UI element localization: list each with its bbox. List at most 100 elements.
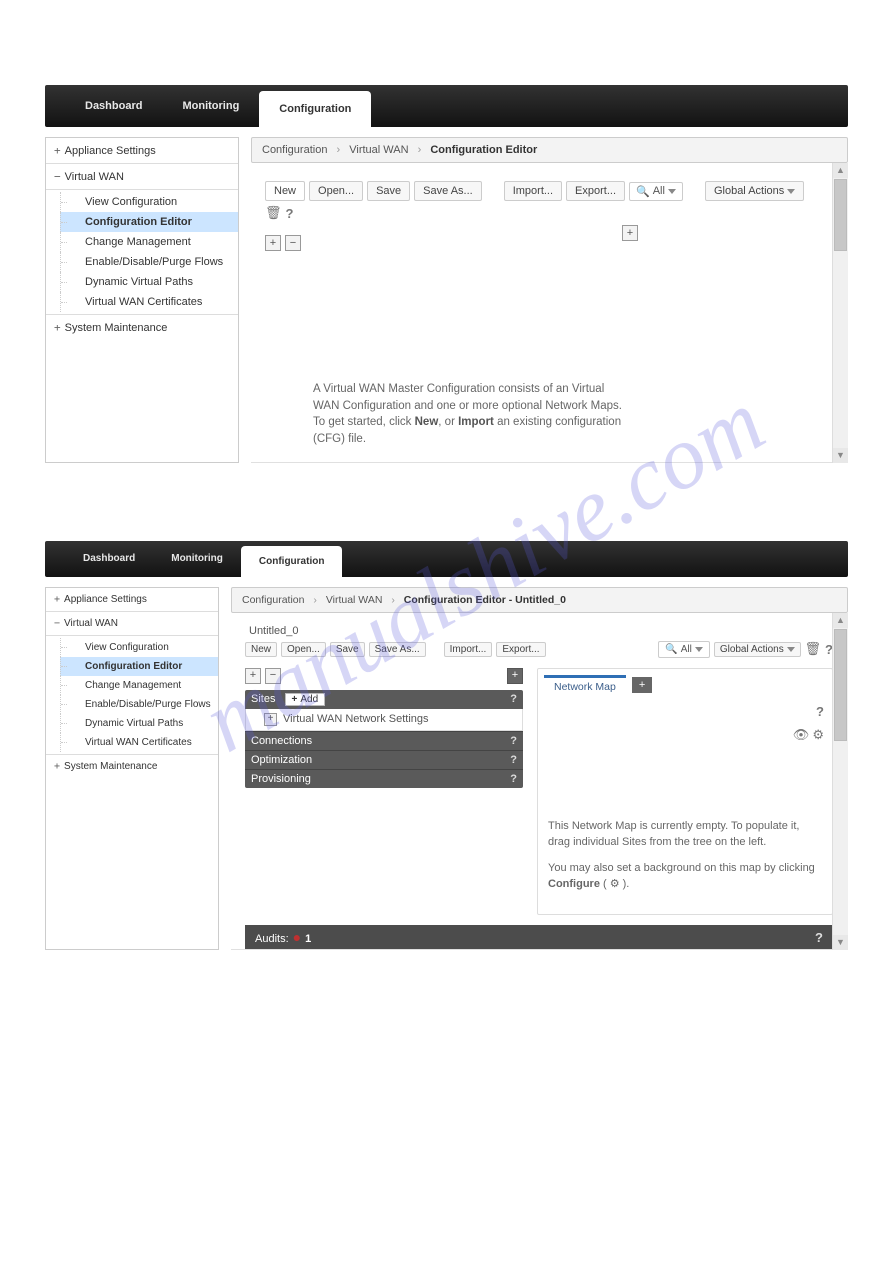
sidebar: +Appliance Settings −Virtual WAN View Co… — [45, 137, 239, 463]
breadcrumb-current: Configuration Editor - Untitled_0 — [404, 594, 566, 606]
sidebar-item-flows[interactable]: Enable/Disable/Purge Flows — [60, 252, 238, 272]
expand-icon[interactable]: + — [622, 225, 638, 241]
sidebar-item-change-management[interactable]: Change Management — [60, 232, 238, 252]
sidebar-appliance-settings[interactable]: +Appliance Settings — [46, 588, 218, 612]
search-filter[interactable]: 🔍 All — [658, 641, 710, 658]
sidebar-item-view-configuration[interactable]: View Configuration — [60, 192, 238, 212]
chevron-down-icon — [668, 189, 676, 194]
chevron-icon: › — [337, 144, 341, 156]
help-icon[interactable]: ? — [510, 773, 517, 785]
breadcrumb-link[interactable]: Configuration — [262, 144, 327, 156]
sidebar-item-dynamic-paths[interactable]: Dynamic Virtual Paths — [60, 272, 238, 292]
tab-configuration[interactable]: Configuration — [241, 546, 343, 577]
global-actions-dropdown[interactable]: Global Actions — [714, 642, 801, 657]
breadcrumb-link[interactable]: Virtual WAN — [349, 144, 408, 156]
import-button[interactable]: Import... — [444, 642, 493, 657]
tab-dashboard[interactable]: Dashboard — [65, 85, 162, 127]
network-map-empty-text: This Network Map is currently empty. To … — [538, 749, 832, 915]
sidebar-item-certificates[interactable]: Virtual WAN Certificates — [60, 733, 218, 752]
sidebar-system-maintenance[interactable]: +System Maintenance — [46, 755, 218, 778]
warning-icon: ● — [293, 929, 301, 945]
eye-icon[interactable]: 👁 — [793, 727, 810, 742]
scrollbar[interactable]: ▲ ▼ — [832, 613, 848, 951]
export-button[interactable]: Export... — [566, 181, 625, 201]
sidebar-item-change-management[interactable]: Change Management — [60, 676, 218, 695]
expand-all-icon[interactable]: + — [265, 235, 281, 251]
network-map-panel: Network Map + ? 👁 ⚙ This Network Map is … — [537, 668, 833, 916]
trash-icon[interactable]: 🗑 — [805, 641, 822, 657]
sidebar: +Appliance Settings −Virtual WAN View Co… — [45, 587, 219, 951]
sidebar-virtual-wan[interactable]: −Virtual WAN — [46, 164, 238, 190]
breadcrumb-link[interactable]: Configuration — [242, 594, 304, 606]
import-button[interactable]: Import... — [504, 181, 562, 201]
save-as-button[interactable]: Save As... — [369, 642, 426, 657]
gear-icon[interactable]: ⚙ — [812, 727, 824, 742]
chevron-icon: › — [418, 144, 422, 156]
expand-icon[interactable]: + — [264, 713, 277, 726]
help-icon[interactable]: ? — [286, 206, 294, 221]
sidebar-appliance-settings[interactable]: +Appliance Settings — [46, 138, 238, 164]
export-button[interactable]: Export... — [496, 642, 545, 657]
help-icon[interactable]: ? — [815, 930, 823, 945]
sidebar-item-flows[interactable]: Enable/Disable/Purge Flows — [60, 695, 218, 714]
global-actions-dropdown[interactable]: Global Actions — [705, 181, 804, 201]
chevron-icon: › — [391, 594, 395, 606]
add-tab-button[interactable]: + — [632, 677, 652, 693]
expand-icon[interactable]: + — [507, 668, 523, 684]
chevron-down-icon — [787, 189, 795, 194]
search-filter[interactable]: 🔍 All — [629, 182, 683, 201]
sidebar-item-dynamic-paths[interactable]: Dynamic Virtual Paths — [60, 714, 218, 733]
breadcrumb: Configuration › Virtual WAN › Configurat… — [251, 137, 848, 163]
tree-section-connections[interactable]: Connections? — [245, 731, 523, 750]
tab-dashboard[interactable]: Dashboard — [65, 541, 153, 577]
scroll-up-icon[interactable]: ▲ — [833, 613, 848, 628]
config-toolbar: New Open... Save Save As... Import... Ex… — [265, 181, 833, 221]
top-nav: Dashboard Monitoring Configuration — [45, 541, 848, 577]
scroll-down-icon[interactable]: ▼ — [833, 448, 848, 463]
tree-section-sites[interactable]: Sites + Add ? — [245, 690, 523, 709]
save-as-button[interactable]: Save As... — [414, 181, 482, 201]
new-button[interactable]: New — [265, 181, 305, 201]
chevron-icon: › — [313, 594, 317, 606]
sidebar-item-certificates[interactable]: Virtual WAN Certificates — [60, 292, 238, 312]
breadcrumb-current: Configuration Editor — [430, 144, 537, 156]
sidebar-item-configuration-editor[interactable]: Configuration Editor — [60, 657, 218, 676]
sidebar-item-view-configuration[interactable]: View Configuration — [60, 638, 218, 657]
breadcrumb-link[interactable]: Virtual WAN — [326, 594, 383, 606]
sidebar-system-maintenance[interactable]: +System Maintenance — [46, 315, 238, 340]
save-button[interactable]: Save — [330, 642, 365, 657]
trash-icon[interactable]: 🗑 — [265, 205, 282, 221]
expand-all-icon[interactable]: + — [245, 668, 261, 684]
open-button[interactable]: Open... — [309, 181, 363, 201]
collapse-all-icon[interactable]: − — [285, 235, 301, 251]
tab-monitoring[interactable]: Monitoring — [162, 85, 259, 127]
sidebar-virtual-wan[interactable]: −Virtual WAN — [46, 612, 218, 636]
tab-configuration[interactable]: Configuration — [259, 91, 371, 127]
tree-section-optimization[interactable]: Optimization? — [245, 750, 523, 769]
add-site-button[interactable]: + Add — [285, 693, 326, 706]
help-icon[interactable]: ? — [816, 704, 824, 719]
collapse-all-icon[interactable]: − — [265, 668, 281, 684]
getting-started-text: A Virtual WAN Master Configuration consi… — [313, 381, 633, 448]
chevron-down-icon — [695, 647, 703, 652]
breadcrumb: Configuration › Virtual WAN › Configurat… — [231, 587, 848, 613]
tab-monitoring[interactable]: Monitoring — [153, 541, 241, 577]
tree-section-provisioning[interactable]: Provisioning? — [245, 769, 523, 788]
scrollbar[interactable]: ▲ ▼ — [832, 163, 848, 463]
search-icon: 🔍 — [636, 185, 650, 198]
save-button[interactable]: Save — [367, 181, 410, 201]
help-icon[interactable]: ? — [510, 754, 517, 766]
search-icon: 🔍 — [665, 644, 677, 655]
audits-bar[interactable]: Audits:●1 ? — [245, 925, 833, 949]
help-icon[interactable]: ? — [510, 735, 517, 747]
help-icon[interactable]: ? — [510, 693, 517, 705]
tree-item-vwan-settings[interactable]: + Virtual WAN Network Settings — [245, 709, 523, 731]
new-button[interactable]: New — [245, 642, 277, 657]
open-button[interactable]: Open... — [281, 642, 326, 657]
file-title: Untitled_0 — [249, 625, 833, 637]
network-map-tab[interactable]: Network Map — [544, 675, 626, 696]
scroll-up-icon[interactable]: ▲ — [833, 163, 848, 178]
sidebar-item-configuration-editor[interactable]: Configuration Editor — [60, 212, 238, 232]
scroll-down-icon[interactable]: ▼ — [833, 935, 848, 950]
top-nav: Dashboard Monitoring Configuration — [45, 85, 848, 127]
